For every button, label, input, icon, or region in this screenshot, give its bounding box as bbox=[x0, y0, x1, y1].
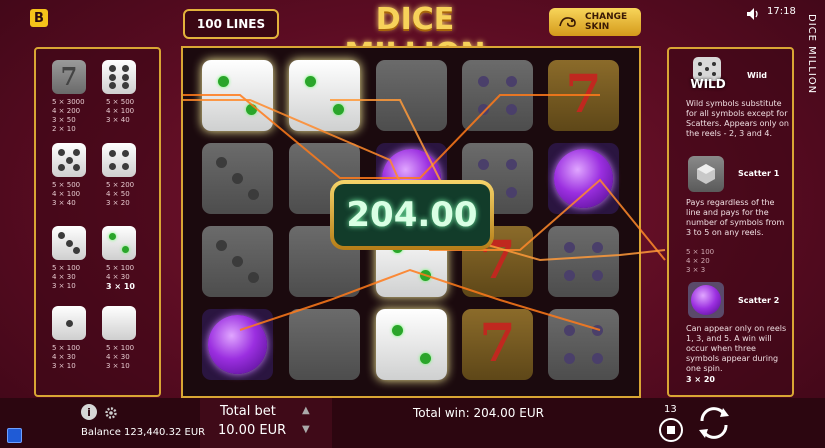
chat-icon[interactable] bbox=[7, 428, 22, 443]
autospin-count: 13 bbox=[664, 404, 677, 415]
description-line: the reels - 2, 3 and 4. bbox=[686, 129, 773, 138]
description-line: Scatters. Appears only on bbox=[686, 119, 789, 128]
stop-icon bbox=[667, 426, 675, 434]
wild-icon-text: WILD bbox=[690, 77, 726, 91]
description-line: line and pays for the bbox=[686, 208, 769, 217]
bet-increase-icon[interactable]: ▲ bbox=[302, 405, 310, 416]
win-amount: 204.00 bbox=[334, 184, 490, 246]
info-icon[interactable]: i bbox=[81, 404, 97, 420]
description-line: symbols appear during bbox=[686, 354, 779, 363]
scatter2-title: Scatter 2 bbox=[738, 296, 780, 305]
description-line: 1, 3, and 5. A win will bbox=[686, 334, 772, 343]
stop-autoplay-button[interactable] bbox=[659, 418, 683, 442]
description-line: number of symbols from bbox=[686, 218, 785, 227]
scatter2-icon bbox=[688, 282, 724, 318]
total-bet-label: Total bet bbox=[220, 404, 276, 419]
gem-icon bbox=[691, 285, 721, 315]
scatter1-payouts: 5 × 100 4 × 20 3 × 3 bbox=[686, 248, 714, 275]
scatter1-description: Pays regardless of the line and pays for … bbox=[686, 198, 784, 238]
refresh-icon bbox=[699, 407, 729, 439]
wild-title: Wild bbox=[747, 71, 768, 80]
description-line: 5 × 100 bbox=[686, 248, 715, 256]
wild-description: Wild symbols substitute for all symbols e… bbox=[686, 99, 789, 139]
balance-text: Balance 123,440.32 EUR bbox=[81, 427, 206, 438]
description-line: one spin. bbox=[686, 364, 723, 373]
description-line: for all symbols except for bbox=[686, 109, 788, 118]
description-line: 3 × 3 bbox=[686, 266, 706, 274]
description-line: Can appear only on reels bbox=[686, 324, 787, 333]
description-line: 3 to 5 on any reels. bbox=[686, 228, 764, 237]
win-amount-banner: 204.00 bbox=[330, 180, 494, 250]
bet-decrease-icon[interactable]: ▼ bbox=[302, 424, 310, 435]
description-line: Pays regardless of the bbox=[686, 198, 775, 207]
wild-dice-icon: WILD bbox=[685, 55, 726, 91]
description-line: 4 × 20 bbox=[686, 257, 710, 265]
spin-button[interactable] bbox=[694, 403, 734, 443]
scatter2-description: Can appear only on reels 1, 3, and 5. A w… bbox=[686, 324, 786, 374]
gear-icon[interactable] bbox=[104, 405, 118, 419]
description-line: Wild symbols substitute bbox=[686, 99, 782, 108]
scatter1-icon bbox=[688, 156, 724, 192]
scatter2-payout: 3 × 20 bbox=[686, 375, 715, 384]
total-bet-value: 10.00 EUR bbox=[218, 423, 287, 438]
description-line: occur when three bbox=[686, 344, 756, 353]
total-win-text: Total win: 204.00 EUR bbox=[413, 406, 544, 420]
scatter1-title: Scatter 1 bbox=[738, 169, 780, 178]
